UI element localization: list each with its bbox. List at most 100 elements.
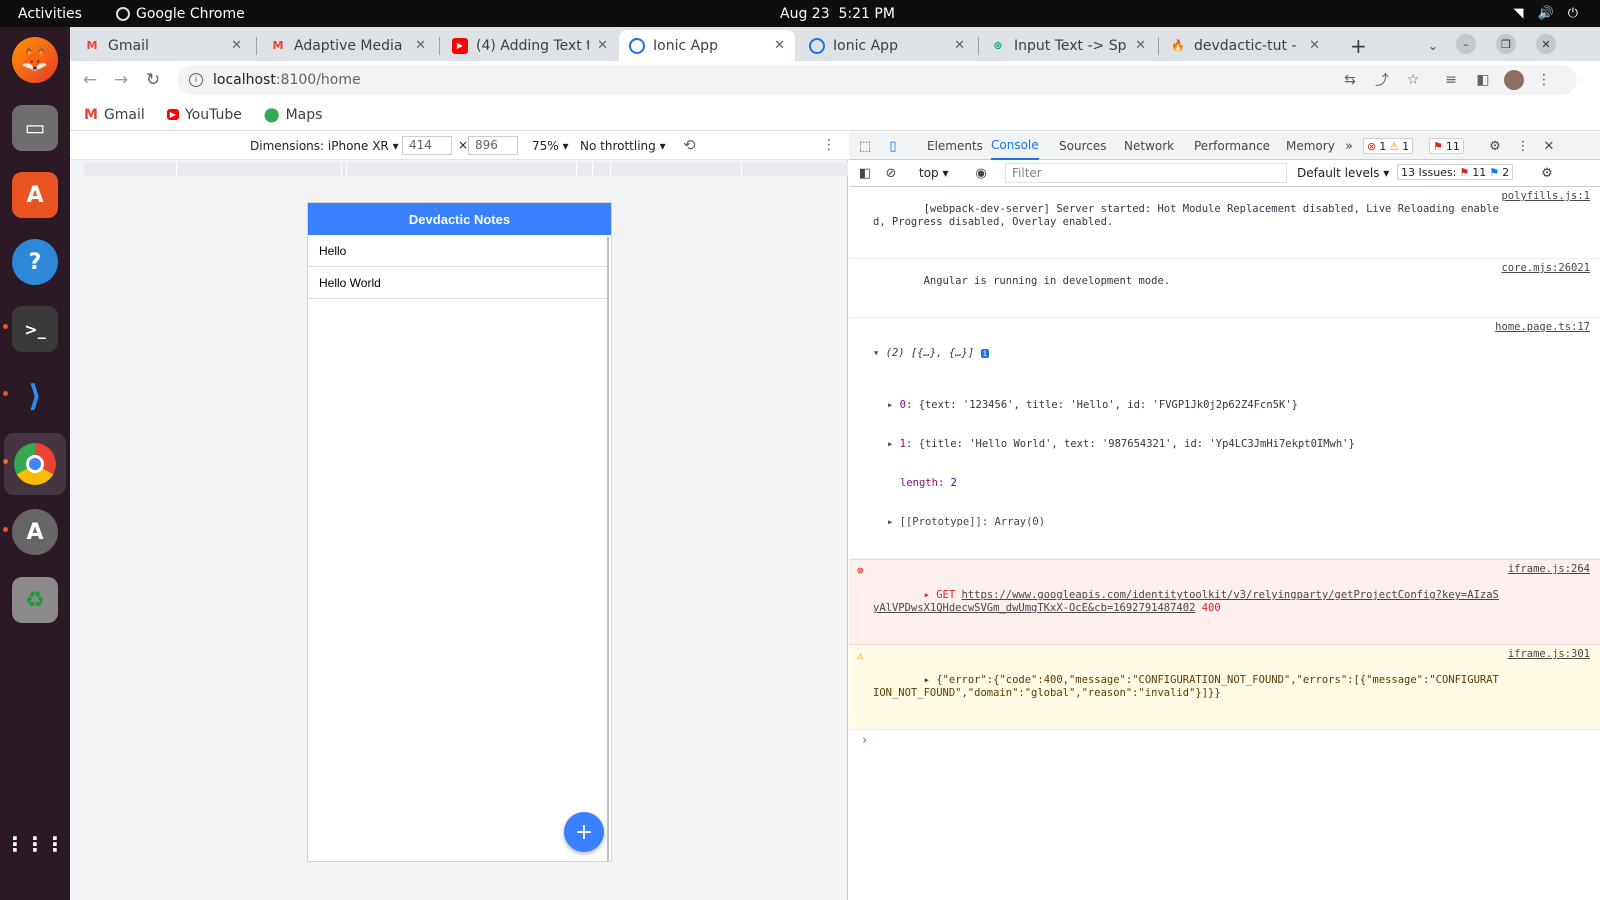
tab-elements[interactable]: Elements bbox=[927, 132, 983, 160]
youtube-icon: ▶ bbox=[166, 109, 179, 120]
address-bar[interactable]: i localhost:8100/home bbox=[177, 65, 1577, 95]
request-url-link[interactable]: https://www.googleapis.com/identitytoolk… bbox=[873, 589, 1499, 614]
more-options-icon[interactable]: ⋮ bbox=[822, 137, 836, 153]
clear-console-icon[interactable]: ⊘ bbox=[883, 165, 899, 181]
software-updater-icon[interactable]: A bbox=[12, 509, 58, 555]
tab-input-text[interactable]: ⊛ Input Text -> Spe ✕ bbox=[980, 30, 1156, 61]
source-link[interactable]: iframe.js:301 bbox=[1508, 648, 1590, 661]
media-query-ruler bbox=[84, 162, 848, 176]
clock[interactable]: Aug 23 5:21 PM bbox=[780, 6, 895, 22]
tab-memory[interactable]: Memory bbox=[1286, 132, 1335, 160]
dimensions-select[interactable]: Dimensions: iPhone XR ▾ bbox=[250, 139, 399, 153]
youtube-icon: ▶ bbox=[452, 37, 468, 54]
forward-button[interactable]: → bbox=[110, 69, 132, 91]
browser-toolbar: ← → ↻ i localhost:8100/home ⇆ ⤴ ☆ ≡ ◧ ⋮ bbox=[70, 61, 1600, 99]
note-item[interactable]: Hello bbox=[308, 235, 607, 267]
console-filter-input[interactable]: Filter bbox=[1005, 163, 1287, 183]
scrollbar[interactable] bbox=[607, 237, 609, 861]
help-icon[interactable]: ? bbox=[12, 239, 58, 285]
close-devtools-icon[interactable]: ✕ bbox=[1541, 138, 1557, 154]
array-expander[interactable]: ▾ (2) [{…}, {…}] i bbox=[873, 347, 1502, 360]
close-icon[interactable]: ✕ bbox=[954, 38, 965, 53]
close-icon[interactable]: ✕ bbox=[1135, 38, 1146, 53]
profile-avatar[interactable] bbox=[1504, 70, 1524, 90]
array-item[interactable]: ▸ 1: {title: 'Hello World', text: '98765… bbox=[873, 438, 1502, 451]
bookmark-star-icon[interactable]: ☆ bbox=[1403, 70, 1423, 90]
minimize-button[interactable]: – bbox=[1456, 34, 1476, 54]
tab-sources[interactable]: Sources bbox=[1059, 132, 1106, 160]
live-expression-eye-icon[interactable]: ◉ bbox=[973, 165, 989, 181]
tab-ionic-app-active[interactable]: Ionic App ✕ bbox=[619, 30, 795, 61]
bookmark-gmail[interactable]: M Gmail bbox=[84, 107, 145, 123]
activities-button[interactable]: Activities bbox=[18, 6, 82, 22]
new-tab-button[interactable]: + bbox=[1340, 30, 1370, 61]
tab-gmail[interactable]: M Gmail ✕ bbox=[74, 30, 252, 61]
bookmark-maps[interactable]: ⬤ Maps bbox=[264, 107, 323, 123]
close-icon[interactable]: ✕ bbox=[597, 38, 608, 53]
tab-search-icon[interactable]: ⌄ bbox=[1418, 30, 1448, 61]
system-top-bar: Activities Google Chrome Aug 23 5:21 PM … bbox=[0, 0, 1600, 27]
issues-summary[interactable]: 13 Issues: ⚑ 11 ⚑ 2 bbox=[1397, 164, 1514, 180]
more-tabs-icon[interactable]: » bbox=[1341, 138, 1357, 154]
reading-list-icon[interactable]: ≡ bbox=[1441, 70, 1461, 90]
device-emulation-pane: Dimensions: iPhone XR ▾ 414 × 896 75% ▾ … bbox=[70, 132, 848, 900]
system-tray[interactable]: ◥ 🔊 ⏻ bbox=[1514, 6, 1578, 21]
tab-devdactic-tut[interactable]: 🔥 devdactic-tut - Clo ✕ bbox=[1160, 30, 1330, 61]
close-icon[interactable]: ✕ bbox=[415, 38, 426, 53]
chrome-menu-icon[interactable]: ⋮ bbox=[1534, 70, 1554, 90]
chrome-icon bbox=[629, 37, 645, 54]
tab-console[interactable]: Console bbox=[991, 132, 1039, 160]
tab-performance[interactable]: Performance bbox=[1194, 132, 1270, 160]
chrome-dock-icon[interactable] bbox=[4, 433, 66, 495]
context-select[interactable]: top ▾ bbox=[919, 166, 949, 180]
close-icon[interactable]: ✕ bbox=[231, 38, 242, 53]
reload-button[interactable]: ↻ bbox=[142, 69, 164, 91]
vscode-icon[interactable]: ⟩ bbox=[12, 373, 58, 419]
source-link[interactable]: polyfills.js:1 bbox=[1501, 190, 1590, 203]
bookmark-youtube[interactable]: ▶ YouTube bbox=[166, 107, 242, 123]
rotate-icon[interactable]: ⟲ bbox=[683, 136, 696, 154]
tab-ionic-app[interactable]: Ionic App ✕ bbox=[799, 30, 975, 61]
firefox-icon[interactable]: 🦊 bbox=[12, 37, 58, 83]
inspect-element-icon[interactable]: ⬚ bbox=[857, 138, 873, 154]
log-levels-select[interactable]: Default levels ▾ bbox=[1297, 166, 1389, 180]
array-prototype[interactable]: ▸ [[Prototype]]: Array(0) bbox=[873, 516, 1502, 529]
array-item[interactable]: ▸ 0: {text: '123456', title: 'Hello', id… bbox=[873, 399, 1502, 412]
ubuntu-software-icon[interactable]: A bbox=[12, 172, 58, 218]
device-height-input[interactable]: 896 bbox=[468, 136, 518, 155]
trash-icon[interactable]: ♻ bbox=[12, 577, 58, 623]
devtools-menu-icon[interactable]: ⋮ bbox=[1515, 138, 1531, 154]
translate-icon[interactable]: ⇆ bbox=[1340, 70, 1360, 90]
add-note-button[interactable]: + bbox=[564, 812, 604, 852]
tab-adaptive-media[interactable]: M Adaptive Media In ✕ bbox=[260, 30, 436, 61]
close-icon[interactable]: ✕ bbox=[774, 38, 785, 53]
share-icon[interactable]: ⤴ bbox=[1372, 70, 1392, 90]
close-window-button[interactable]: ✕ bbox=[1536, 34, 1556, 54]
app-menu[interactable]: Google Chrome bbox=[116, 6, 245, 22]
error-warning-counter[interactable]: ⊗ 1 ⚠ 1 bbox=[1363, 138, 1414, 154]
settings-gear-icon[interactable]: ⚙ bbox=[1487, 138, 1503, 154]
maximize-button[interactable]: ❐ bbox=[1496, 34, 1516, 54]
source-link[interactable]: core.mjs:26021 bbox=[1501, 262, 1590, 275]
throttling-select[interactable]: No throttling ▾ bbox=[580, 139, 666, 153]
info-icon[interactable]: i bbox=[189, 73, 203, 87]
console-prompt[interactable]: › bbox=[849, 730, 1600, 747]
running-indicator bbox=[3, 527, 8, 532]
source-link[interactable]: home.page.ts:17 bbox=[1495, 321, 1590, 334]
device-toolbar-icon[interactable]: ▯ bbox=[885, 138, 901, 154]
zoom-select[interactable]: 75% ▾ bbox=[532, 139, 569, 153]
tab-youtube[interactable]: ▶ (4) Adding Text to ✕ bbox=[442, 30, 618, 61]
issues-counter[interactable]: ⚑ 11 bbox=[1429, 138, 1464, 154]
tab-network[interactable]: Network bbox=[1124, 132, 1174, 160]
note-item[interactable]: Hello World bbox=[308, 267, 607, 299]
side-panel-icon[interactable]: ◧ bbox=[1473, 70, 1493, 90]
files-icon[interactable]: ▭ bbox=[12, 105, 58, 151]
sidebar-toggle-icon[interactable]: ◧ bbox=[857, 165, 873, 181]
console-settings-icon[interactable]: ⚙ bbox=[1539, 165, 1555, 181]
back-button[interactable]: ← bbox=[79, 69, 101, 91]
show-applications-icon[interactable]: ⋮⋮⋮ bbox=[5, 821, 65, 867]
terminal-icon[interactable]: >_ bbox=[12, 306, 58, 352]
device-width-input[interactable]: 414 bbox=[402, 136, 452, 155]
close-icon[interactable]: ✕ bbox=[1309, 38, 1320, 53]
source-link[interactable]: iframe.js:264 bbox=[1508, 563, 1590, 576]
